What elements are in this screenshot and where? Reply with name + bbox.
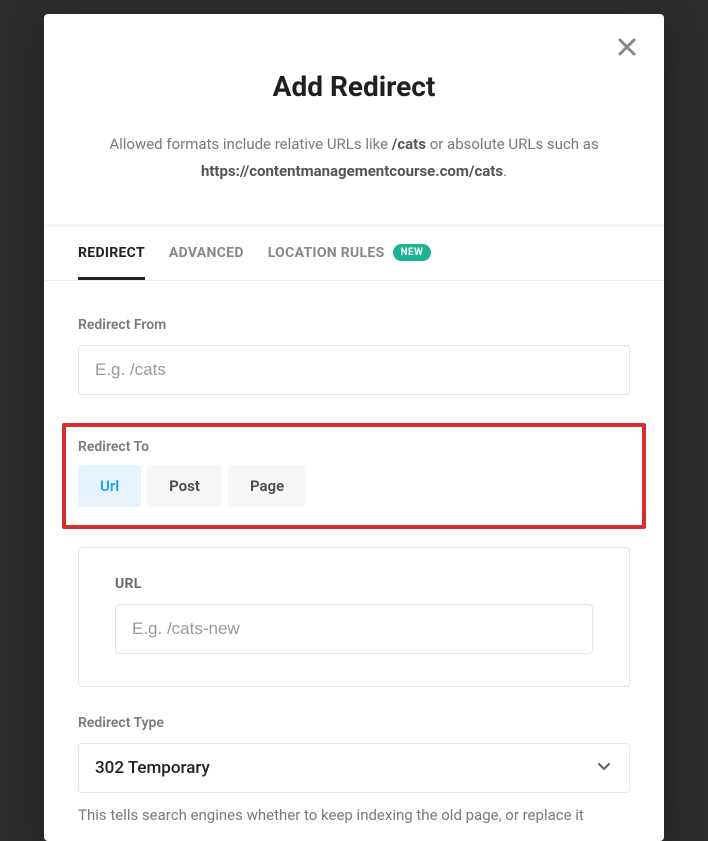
- new-badge: NEW: [393, 244, 432, 261]
- field-url-box: URL: [78, 547, 630, 687]
- tab-location-rules[interactable]: LOCATION RULES NEW: [268, 226, 432, 280]
- desc-text: .: [503, 162, 507, 180]
- redirect-to-type-group: Url Post Page: [78, 465, 630, 507]
- url-label: URL: [115, 576, 593, 592]
- close-icon[interactable]: [614, 34, 640, 60]
- select-wrapper: 302 Temporary: [78, 743, 630, 793]
- modal-backdrop: Add Redirect Allowed formats include rel…: [0, 0, 708, 841]
- url-box: URL: [78, 547, 630, 687]
- tab-advanced[interactable]: ADVANCED: [169, 226, 244, 280]
- add-redirect-modal: Add Redirect Allowed formats include rel…: [44, 14, 664, 841]
- redirect-to-label: Redirect To: [78, 439, 630, 455]
- desc-example-url: https://contentmanagementcourse.com/cats: [201, 162, 503, 180]
- redirect-to-highlight: Redirect To Url Post Page: [62, 423, 646, 529]
- tab-label: ADVANCED: [169, 245, 244, 261]
- tab-label: REDIRECT: [78, 245, 145, 261]
- modal-body: Redirect From Redirect To Url Post Page: [44, 281, 664, 827]
- segment-url[interactable]: Url: [78, 465, 141, 507]
- redirect-type-select[interactable]: 302 Temporary: [78, 743, 630, 793]
- redirect-type-help: This tells search engines whether to kee…: [78, 803, 630, 827]
- url-input[interactable]: [115, 604, 593, 654]
- desc-example-path: /cats: [392, 135, 426, 153]
- modal-header: Add Redirect Allowed formats include rel…: [44, 14, 664, 225]
- desc-text: Allowed formats include relative URLs li…: [109, 135, 391, 153]
- segment-label: Page: [250, 477, 284, 495]
- tab-bar: REDIRECT ADVANCED LOCATION RULES NEW: [44, 225, 664, 281]
- field-redirect-from: Redirect From: [78, 317, 630, 395]
- segment-label: Url: [100, 477, 119, 495]
- tab-redirect[interactable]: REDIRECT: [78, 226, 145, 280]
- segment-label: Post: [169, 477, 200, 495]
- redirect-from-label: Redirect From: [78, 317, 630, 333]
- modal-title: Add Redirect: [104, 70, 604, 103]
- modal-description: Allowed formats include relative URLs li…: [104, 131, 604, 185]
- segment-post[interactable]: Post: [147, 465, 222, 507]
- desc-text: or absolute URLs such as: [426, 135, 599, 153]
- field-redirect-type: Redirect Type 302 Temporary This tells s…: [78, 715, 630, 827]
- tab-label: LOCATION RULES: [268, 245, 385, 261]
- redirect-type-label: Redirect Type: [78, 715, 630, 731]
- redirect-from-input[interactable]: [78, 345, 630, 395]
- segment-page[interactable]: Page: [228, 465, 306, 507]
